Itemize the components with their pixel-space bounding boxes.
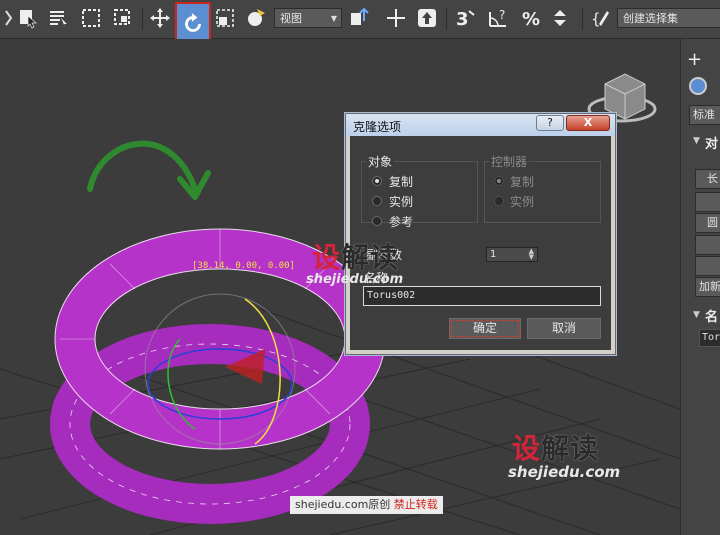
svg-text:{: { [591,10,601,28]
toolbar-separator [582,8,583,30]
scale-icon[interactable] [212,5,238,31]
object-button-3[interactable]: 圆 [695,213,720,233]
object-button-2[interactable] [695,192,720,212]
object-type-dropdown[interactable]: 标准 [689,105,720,125]
reference-coord-value: 视图 [280,12,302,25]
svg-text:%: % [522,9,540,29]
watermark-logo-right: 解读 [541,432,600,465]
ok-button[interactable]: 确定 [449,318,521,339]
spinner-snap-icon[interactable] [549,5,575,31]
spinner-arrows-icon[interactable]: ▲ ▼ [529,248,534,261]
close-button[interactable]: X [566,115,610,131]
object-button-5[interactable] [695,256,720,276]
object-reference-label[interactable]: 参考 [389,213,413,230]
footer-copyright-tag: shejiedu.com原创 禁止转载 [290,496,443,514]
reference-coord-dropdown[interactable]: 视图 ▼ [274,8,342,28]
controller-instance-label[interactable]: 实例 [510,193,534,210]
command-panel: + 标准 ▼ 对 长 圆 加新 ▼ 名 Tor [680,39,720,535]
select-by-name-icon[interactable] [46,5,72,31]
clone-options-dialog: 克隆选项 ? X 对象 复制 实例 参考 控制器 复制 实例 副本数 1 ▲ ▼ … [345,113,616,355]
object-copy-radio[interactable] [372,176,382,186]
controller-group-label: 控制器 [489,153,530,170]
rollout-triangle-icon[interactable]: ▼ [693,310,700,320]
dialog-titlebar[interactable]: 克隆选项 ? X [346,114,615,136]
named-selection-placeholder: 创建选择集 [623,12,678,25]
coordinate-readout: [38.14, 0.00, 0.00] [192,261,295,271]
help-button[interactable]: ? [536,115,564,131]
create-plus-icon[interactable]: + [687,49,702,70]
toolbar-separator [446,8,447,30]
edit-named-selection-icon[interactable]: { [588,5,614,31]
select-and-manipulate-icon[interactable] [383,5,409,31]
controller-instance-radio[interactable] [494,196,504,206]
watermark-logo-left: 设 [512,432,542,465]
copies-spinner[interactable]: 1 ▲ ▼ [486,247,538,262]
rectangle-selection-icon[interactable] [78,5,104,31]
name-color-rollout-title[interactable]: 名 [705,306,718,325]
copies-value: 1 [490,249,497,260]
object-instance-label[interactable]: 实例 [389,193,413,210]
watermark-logo-bottom: 设解读 [512,427,599,467]
controller-copy-label[interactable]: 复制 [510,173,534,190]
toolbar-separator [142,8,143,30]
watermark-url-top: shejiedu.com [306,272,404,287]
named-selection-input[interactable]: 创建选择集 [617,8,720,28]
object-copy-label[interactable]: 复制 [389,173,413,190]
object-reference-radio[interactable] [372,216,382,226]
name-input[interactable]: Torus002 [363,286,601,306]
svg-text:?: ? [499,8,505,22]
object-button-1[interactable]: 长 [695,169,720,189]
chevron-down-icon: ▼ [330,14,337,23]
controller-group [484,161,601,223]
watermark-logo-left: 设 [312,241,342,274]
dialog-title: 克隆选项 [353,120,402,134]
rollout-triangle-icon[interactable]: ▼ [693,136,700,146]
object-button-4[interactable] [695,235,720,255]
footer-site: shejiedu.com原创 [295,498,391,511]
pivot-center-icon[interactable] [346,5,372,31]
object-button-6[interactable]: 加新 [695,277,720,297]
object-instance-radio[interactable] [372,196,382,206]
controller-copy-radio[interactable] [494,176,504,186]
snap-3d-icon[interactable]: 3 [452,5,478,31]
rotate-button[interactable] [175,2,211,45]
angle-snap-icon[interactable]: ? [485,5,511,31]
object-type-rollout-title[interactable]: 对 [705,133,718,152]
footer-warning: 禁止转载 [393,498,438,511]
percent-snap-icon[interactable]: % [518,5,544,31]
main-toolbar: 视图 ▼ 3 ? % { 创建选择集 [0,0,720,45]
object-group-label: 对象 [366,153,395,170]
geometry-sphere-icon[interactable] [689,77,707,95]
watermark-logo-right: 解读 [341,241,400,274]
move-icon[interactable] [147,5,173,31]
select-object-icon[interactable] [15,5,41,31]
place-icon[interactable] [243,5,269,31]
keyboard-shortcut-icon[interactable] [414,5,440,31]
watermark-logo-top: 设解读 [312,236,399,276]
svg-text:3: 3 [456,9,469,29]
cancel-button[interactable]: 取消 [527,318,601,339]
window-crossing-icon[interactable] [110,5,136,31]
object-name-field[interactable]: Tor [699,329,720,347]
watermark-url-bottom: shejiedu.com [508,463,621,481]
object-group [361,161,478,223]
